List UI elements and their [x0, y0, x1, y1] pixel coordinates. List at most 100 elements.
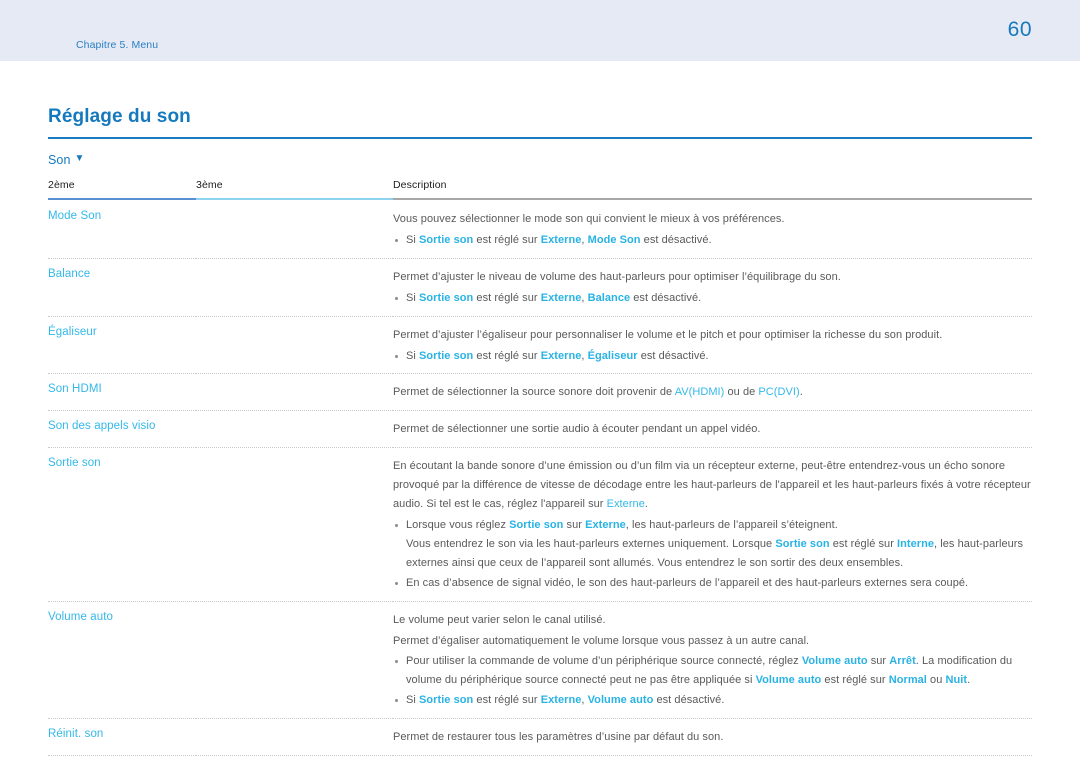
- setting-sub-name-cell: [196, 410, 393, 449]
- menu-root-label: Son ▼: [48, 153, 1032, 167]
- text-run: Si: [406, 233, 419, 246]
- running-header: Chapitre 5. Menu 60: [0, 0, 1080, 61]
- note-list-item: Si Sortie son est réglé sur Externe, Mod…: [393, 231, 1032, 250]
- table-row: Mode Son Vous pouvez sélectionner le mode…: [48, 199, 1032, 259]
- setting-name-cell[interactable]: Réinit. son: [48, 718, 196, 757]
- note-list: Pour utiliser la commande de volume d’un…: [393, 652, 1032, 710]
- table-row: Son HDMI Permet de sélectionner la source…: [48, 373, 1032, 412]
- setting-name-cell[interactable]: Sortie son: [48, 447, 196, 602]
- setting-description-cell: Le volume peut varier selon le canal uti…: [393, 601, 1032, 720]
- note-list: Si Sortie son est réglé sur Externe, Mod…: [393, 231, 1032, 250]
- text-run: Si: [406, 349, 419, 362]
- column-header-description: Description: [393, 179, 1032, 200]
- text-run: Si: [406, 694, 419, 707]
- text-run: .: [799, 386, 803, 399]
- description-paragraph: Permet de restaurer tous les paramètres …: [393, 731, 724, 744]
- text-run: est réglé sur: [473, 349, 541, 362]
- note-list: Si Sortie son est réglé sur Externe, Éga…: [393, 347, 1032, 366]
- setting-description-cell: Vous pouvez sélectionner le mode son qui…: [393, 199, 1032, 259]
- table-row: Égaliseur Permet d’ajuster l’égaliseur po…: [48, 316, 1032, 375]
- text-run: Si: [406, 291, 419, 304]
- highlight-term: Interne: [897, 537, 935, 550]
- description-paragraph: Le volume peut varier selon le canal uti…: [393, 613, 606, 626]
- note-list-item: Si Sortie son est réglé sur Externe, Éga…: [393, 347, 1032, 366]
- note-list-item: Pour utiliser la commande de volume d’un…: [393, 652, 1032, 690]
- table-row: Son des appels visio Permet de sélectionn…: [48, 410, 1032, 449]
- text-run: , les haut-parleurs de l’appareil s’étei…: [625, 518, 838, 531]
- setting-name-cell[interactable]: Mode Son: [48, 199, 196, 259]
- note-list-item: En cas d’absence de signal vidéo, le son…: [393, 574, 1032, 593]
- highlight-term: Externe: [585, 518, 626, 531]
- setting-name-cell[interactable]: Balance: [48, 258, 196, 317]
- table-body: Mode Son Vous pouvez sélectionner le mode…: [48, 199, 1032, 757]
- text-run: est réglé sur: [473, 233, 541, 246]
- highlight-term: Sortie son: [419, 233, 474, 246]
- text-run: Lorsque vous réglez: [406, 518, 510, 531]
- highlight-term: Volume auto: [755, 674, 822, 687]
- note-list-item: Si Sortie son est réglé sur Externe, Vol…: [393, 691, 1032, 710]
- text-run: Permet de sélectionner la source sonore …: [393, 386, 675, 399]
- setting-name-cell[interactable]: Son des appels visio: [48, 410, 196, 449]
- setting-description-cell: Permet d’ajuster l’égaliseur pour person…: [393, 316, 1032, 375]
- setting-name-cell[interactable]: Son HDMI: [48, 373, 196, 412]
- page-body: Réglage du son Son ▼ 2ème 3ème Descripti…: [0, 61, 1080, 757]
- chevron-down-icon: ▼: [74, 153, 85, 164]
- note-list: Lorsque vous réglez Sortie son sur Exter…: [393, 516, 1032, 593]
- column-header-third-level: 3ème: [196, 179, 393, 200]
- highlight-term: Externe: [606, 498, 645, 511]
- table-row: Sortie son En écoutant la bande sonore d’…: [48, 447, 1032, 602]
- column-header-second-level: 2ème: [48, 179, 196, 200]
- setting-sub-name-cell: [196, 316, 393, 375]
- highlight-term: Sortie son: [509, 518, 564, 531]
- description-paragraph: Vous pouvez sélectionner le mode son qui…: [393, 213, 785, 225]
- setting-description-cell: Permet de sélectionner une sortie audio …: [393, 410, 1032, 449]
- text-run: est désactivé.: [653, 694, 725, 707]
- text-run: sur: [563, 518, 586, 531]
- title-divider: [48, 137, 1032, 139]
- setting-sub-name-cell: [196, 258, 393, 317]
- text-run: ou de: [724, 386, 759, 399]
- description-paragraph: Permet d’ajuster le niveau de volume des…: [393, 270, 841, 283]
- table-row: Volume auto Le volume peut varier selon l…: [48, 601, 1032, 720]
- text-run: Pour utiliser la commande de volume d’un…: [406, 655, 802, 668]
- text-run: est réglé sur: [473, 291, 541, 304]
- highlight-term: Volume auto: [587, 694, 654, 707]
- setting-description-cell: En écoutant la bande sonore d’une émissi…: [393, 447, 1032, 602]
- description-paragraph: Permet d’égaliser automatiquement le vol…: [393, 634, 810, 647]
- highlight-term: AV(HDMI): [674, 386, 725, 399]
- table-row: Balance Permet d’ajuster le niveau de vol…: [48, 258, 1032, 317]
- highlight-term: Sortie son: [419, 349, 474, 362]
- highlight-term: Sortie son: [419, 694, 474, 707]
- highlight-term: Arrêt: [889, 655, 916, 668]
- text-run: sur: [867, 655, 890, 668]
- text-run: En écoutant la bande sonore d’une émissi…: [393, 460, 1031, 511]
- setting-sub-name-cell: [196, 373, 393, 412]
- page-title: Réglage du son: [48, 106, 191, 127]
- text-run: .: [644, 498, 648, 511]
- table-row: Réinit. son Permet de restaurer tous les …: [48, 718, 1032, 757]
- setting-sub-name-cell: [196, 447, 393, 602]
- highlight-term: Volume auto: [801, 655, 868, 668]
- setting-description-cell: Permet d’ajuster le niveau de volume des…: [393, 258, 1032, 317]
- highlight-term: Nuit: [945, 674, 968, 687]
- setting-name-cell[interactable]: Égaliseur: [48, 316, 196, 375]
- note-list: Si Sortie son est réglé sur Externe, Bal…: [393, 289, 1032, 308]
- page-number: 60: [1007, 18, 1032, 41]
- text-run: est réglé sur: [829, 537, 898, 550]
- highlight-term: Balance: [587, 291, 631, 304]
- text-run: Vous entendrez le son via les haut-parle…: [406, 537, 776, 550]
- text-run: .: [967, 674, 971, 687]
- setting-sub-name-cell: [196, 718, 393, 757]
- highlight-term: Externe: [540, 233, 582, 246]
- highlight-term: Sortie son: [419, 291, 474, 304]
- setting-description-cell: Permet de restaurer tous les paramètres …: [393, 718, 1032, 757]
- menu-root-text: Son: [48, 153, 71, 167]
- note-list-item: Si Sortie son est réglé sur Externe, Bal…: [393, 289, 1032, 308]
- highlight-term: Égaliseur: [587, 349, 638, 362]
- setting-name-cell[interactable]: Volume auto: [48, 601, 196, 720]
- highlight-term: Externe: [540, 291, 582, 304]
- description-paragraph: En écoutant la bande sonore d’une émissi…: [393, 457, 1032, 514]
- highlight-term: PC(DVI): [758, 386, 800, 399]
- setting-sub-name-cell: [196, 601, 393, 720]
- setting-description-cell: Permet de sélectionner la source sonore …: [393, 373, 1032, 412]
